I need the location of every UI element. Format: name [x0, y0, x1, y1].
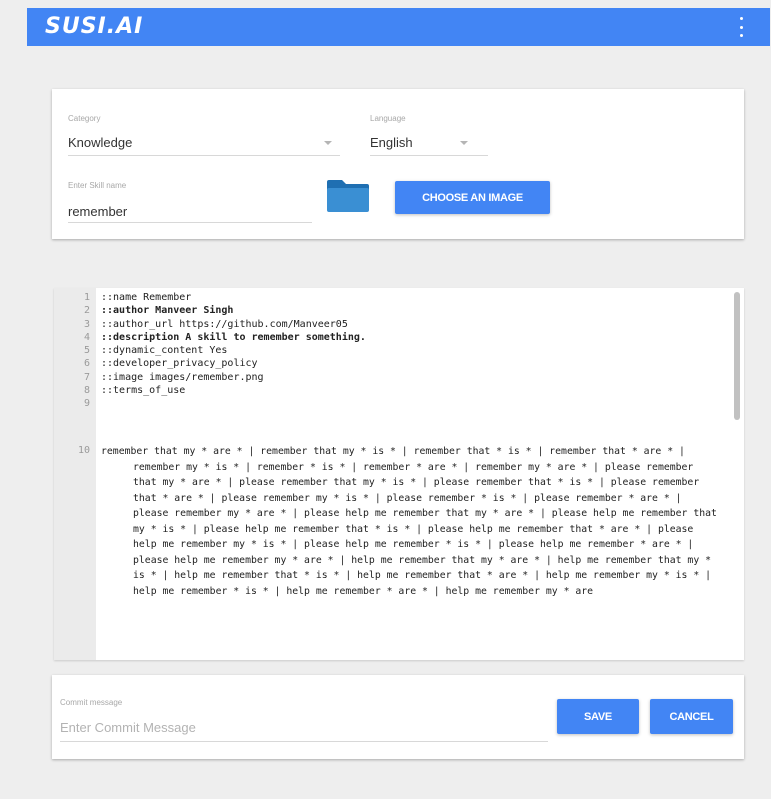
chevron-down-icon — [324, 141, 332, 145]
code-text: ::dynamic_content Yes — [101, 345, 228, 357]
language-underline — [370, 155, 488, 156]
category-select[interactable]: Category Knowledge — [68, 114, 340, 156]
line-number: 4 — [83, 331, 90, 343]
editor-line: 4::description A skill to remember somet… — [54, 331, 744, 344]
skill-name-underline — [68, 222, 312, 223]
editor-line: 8::terms_of_use — [54, 384, 744, 397]
code-text: ::author_url https://github.com/Manveer0… — [101, 318, 348, 330]
language-select[interactable]: Language English — [370, 114, 488, 156]
skill-name-label: Enter Skill name — [68, 181, 127, 190]
choose-image-button[interactable]: CHOOSE AN IMAGE — [395, 181, 550, 214]
line-number: 5 — [83, 345, 90, 357]
category-value: Knowledge — [68, 135, 133, 150]
cancel-button[interactable]: CANCEL — [650, 699, 733, 734]
susi-logo[interactable]: SUSI.AI — [45, 14, 143, 39]
editor-lines: 1::name Remember 2::author Manveer Singh 3… — [54, 291, 744, 597]
editor-line: 7::image images/remember.png — [54, 371, 744, 384]
code-text: ::name Remember — [101, 292, 192, 303]
line-number: 2 — [83, 305, 90, 317]
skill-name-field[interactable]: Enter Skill name remember — [68, 181, 312, 223]
category-underline — [68, 155, 340, 156]
language-label: Language — [370, 114, 406, 123]
commit-message-label: Commit message — [60, 698, 123, 707]
code-text: ::image images/remember.png — [101, 371, 264, 383]
code-text: ::developer_privacy_policy — [101, 358, 258, 370]
app-bar: SUSI.AI — [27, 8, 770, 46]
line-number: 6 — [83, 358, 90, 370]
commit-message-field[interactable]: Commit message — [60, 698, 548, 742]
editor-line: 5::dynamic_content Yes — [54, 344, 744, 357]
more-vert-icon[interactable] — [738, 17, 744, 37]
commit-message-input[interactable] — [60, 716, 548, 738]
line-number: 3 — [83, 318, 90, 330]
commit-message-underline — [60, 741, 548, 742]
editor-scrollbar[interactable] — [734, 292, 740, 420]
line-number: 1 — [83, 292, 90, 303]
category-label: Category — [68, 114, 101, 123]
code-editor[interactable]: 1::name Remember 2::author Manveer Singh 3… — [54, 288, 744, 660]
editor-line: 1::name Remember — [54, 291, 744, 304]
line-number: 8 — [83, 385, 90, 397]
folder-icon[interactable] — [325, 178, 371, 214]
line-number: 10 — [77, 445, 90, 456]
editor-line: 2::author Manveer Singh — [54, 304, 744, 317]
line-number: 9 — [83, 398, 90, 410]
editor-line: 3::author_url https://github.com/Manveer… — [54, 318, 744, 331]
save-button[interactable]: SAVE — [557, 699, 639, 734]
code-text: ::author Manveer Singh — [101, 305, 234, 317]
language-value: English — [370, 135, 413, 150]
chevron-down-icon — [460, 141, 468, 145]
code-text: ::terms_of_use — [101, 385, 186, 397]
skill-name-value: remember — [68, 204, 128, 219]
editor-line: 6::developer_privacy_policy — [54, 357, 744, 370]
line-number: 7 — [83, 371, 90, 383]
editor-line: 9 — [54, 397, 744, 410]
code-text: ::description A skill to remember someth… — [101, 331, 366, 343]
line-10-text: remember that my * are * | remember that… — [101, 446, 717, 597]
